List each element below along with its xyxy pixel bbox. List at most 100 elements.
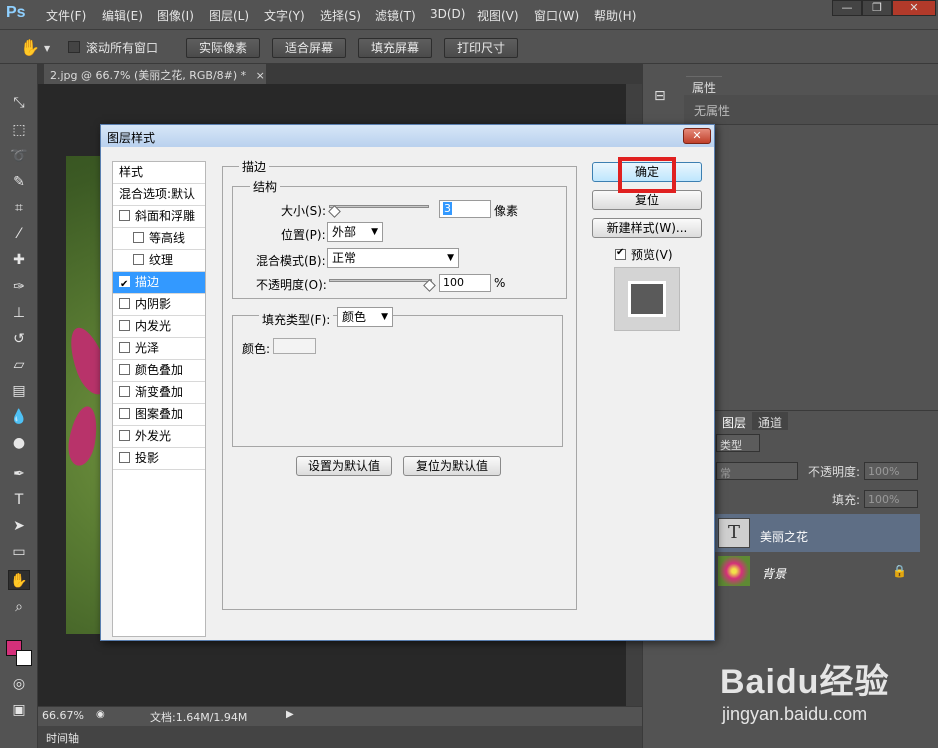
timeline-label[interactable]: 时间轴 [46, 730, 79, 746]
opacity-slider[interactable] [329, 279, 432, 282]
menu-image[interactable]: 图像(I) [157, 7, 194, 24]
stroke-color-swatch[interactable] [273, 338, 316, 354]
quick-mask-icon[interactable]: ◎ [8, 674, 30, 694]
outer-glow-checkbox[interactable] [119, 430, 130, 441]
menu-layer[interactable]: 图层(L) [209, 7, 249, 24]
stamp-tool-icon[interactable]: ⊥ [8, 303, 30, 323]
style-item-stroke[interactable]: 描边 [113, 272, 205, 295]
document-tab[interactable]: 2.jpg @ 66.7% (美丽之花, RGB/8#) * × [44, 64, 266, 84]
stroke-checkbox[interactable] [119, 274, 130, 295]
blend-mode-dropdown[interactable]: 正常 ▼ [327, 248, 459, 268]
set-default-button[interactable]: 设置为默认值 [296, 456, 392, 476]
blur-tool-icon[interactable]: 💧 [8, 407, 30, 427]
drop-shadow-checkbox[interactable] [119, 452, 130, 463]
style-item-inner-glow[interactable]: 内发光 [113, 316, 205, 338]
hand-tool-icon[interactable]: ✋ [8, 570, 30, 590]
opacity-input[interactable]: 100 [439, 274, 491, 292]
zoom-tool-icon[interactable]: ⌕ [8, 597, 30, 617]
hand-tool-icon[interactable]: ✋ [20, 38, 40, 57]
position-dropdown[interactable]: 外部 ▼ [327, 222, 383, 242]
contour-checkbox[interactable] [133, 232, 144, 243]
fill-type-dropdown[interactable]: 颜色 ▼ [337, 307, 393, 327]
menu-file[interactable]: 文件(F) [46, 7, 86, 24]
layer-name[interactable]: 美丽之花 [760, 528, 808, 545]
tab-properties[interactable]: 属性 [686, 76, 723, 95]
menu-3d[interactable]: 3D(D) [430, 7, 465, 21]
restore-button[interactable]: ❐ [862, 0, 892, 16]
style-item-contour[interactable]: 等高线 [113, 228, 205, 250]
scroll-all-checkbox[interactable] [68, 41, 80, 53]
style-item-bevel[interactable]: 斜面和浮雕 [113, 206, 205, 228]
tool-preset-arrow-icon[interactable]: ▼ [44, 44, 50, 53]
type-tool-icon[interactable]: T [8, 490, 30, 510]
fill-screen-button[interactable]: 填充屏幕 [358, 38, 432, 58]
style-item-texture[interactable]: 纹理 [113, 250, 205, 272]
texture-checkbox[interactable] [133, 254, 144, 265]
pattern-overlay-checkbox[interactable] [119, 408, 130, 419]
move-tool-icon[interactable]: ⤡ [8, 93, 30, 113]
menu-select[interactable]: 选择(S) [320, 7, 361, 24]
inner-glow-checkbox[interactable] [119, 320, 130, 331]
bevel-checkbox[interactable] [119, 210, 130, 221]
close-window-button[interactable]: ✕ [892, 0, 936, 16]
lasso-tool-icon[interactable]: ➰ [8, 146, 30, 166]
brush-tool-icon[interactable]: ✑ [8, 277, 30, 297]
style-item-inner-shadow[interactable]: 内阴影 [113, 294, 205, 316]
close-tab-icon[interactable]: × [256, 69, 265, 82]
dialog-close-button[interactable]: ✕ [683, 128, 711, 144]
tab-layers[interactable]: 图层 [716, 412, 753, 430]
background-color-swatch[interactable] [16, 650, 32, 666]
gradient-overlay-checkbox[interactable] [119, 386, 130, 397]
preview-checkbox[interactable] [615, 247, 626, 260]
styles-header[interactable]: 样式 [113, 162, 205, 184]
print-size-button[interactable]: 打印尺寸 [444, 38, 518, 58]
style-item-outer-glow[interactable]: 外发光 [113, 426, 205, 448]
blend-options-item[interactable]: 混合选项:默认 [113, 184, 205, 206]
minimize-button[interactable]: — [832, 0, 862, 16]
layer-fill-field[interactable]: 100% [864, 490, 918, 508]
style-item-color-overlay[interactable]: 颜色叠加 [113, 360, 205, 382]
layer-name[interactable]: 背景 [762, 565, 786, 582]
reset-default-button[interactable]: 复位为默认值 [403, 456, 501, 476]
menu-view[interactable]: 视图(V) [477, 7, 519, 24]
path-select-tool-icon[interactable]: ➤ [8, 516, 30, 536]
healing-tool-icon[interactable]: ✚ [8, 250, 30, 270]
eyedropper-tool-icon[interactable]: ⁄ [8, 224, 30, 244]
inner-shadow-checkbox[interactable] [119, 298, 130, 309]
style-item-gradient-overlay[interactable]: 渐变叠加 [113, 382, 205, 404]
new-style-button[interactable]: 新建样式(W)... [592, 218, 702, 238]
style-item-pattern-overlay[interactable]: 图案叠加 [113, 404, 205, 426]
layer-blend-mode[interactable]: 常 [716, 462, 798, 480]
style-item-drop-shadow[interactable]: 投影 [113, 448, 205, 470]
history-brush-tool-icon[interactable]: ↺ [8, 329, 30, 349]
shape-tool-icon[interactable]: ▭ [8, 542, 30, 562]
size-input[interactable]: 3 [439, 200, 491, 218]
crop-tool-icon[interactable]: ⌗ [8, 198, 30, 218]
dodge-tool-icon[interactable]: ● [8, 433, 30, 453]
menu-help[interactable]: 帮助(H) [594, 7, 636, 24]
size-slider[interactable] [329, 205, 429, 208]
style-item-satin[interactable]: 光泽 [113, 338, 205, 360]
screen-mode-icon[interactable]: ▣ [8, 700, 30, 720]
menu-filter[interactable]: 滤镜(T) [375, 7, 416, 24]
layer-kind-filter[interactable]: 类型 [716, 434, 760, 452]
tab-channels[interactable]: 通道 [752, 412, 789, 430]
reset-button[interactable]: 复位 [592, 190, 702, 210]
menu-edit[interactable]: 编辑(E) [102, 7, 143, 24]
quick-select-tool-icon[interactable]: ✎ [8, 172, 30, 192]
status-menu-icon[interactable]: ◉ [96, 709, 105, 720]
color-overlay-checkbox[interactable] [119, 364, 130, 375]
satin-checkbox[interactable] [119, 342, 130, 353]
preview-option[interactable]: 预览(V) [615, 246, 673, 263]
layer-opacity-field[interactable]: 100% [864, 462, 918, 480]
actual-pixels-button[interactable]: 实际像素 [186, 38, 260, 58]
status-arrow-icon[interactable]: ▶ [286, 709, 294, 720]
marquee-tool-icon[interactable]: ⬚ [8, 120, 30, 140]
fit-screen-button[interactable]: 适合屏幕 [272, 38, 346, 58]
menu-window[interactable]: 窗口(W) [534, 7, 579, 24]
zoom-level[interactable]: 66.67% [42, 709, 84, 722]
eraser-tool-icon[interactable]: ▱ [8, 355, 30, 375]
gradient-tool-icon[interactable]: ▤ [8, 381, 30, 401]
history-panel-icon[interactable]: ⊟ [654, 88, 666, 104]
pen-tool-icon[interactable]: ✒ [8, 464, 30, 484]
